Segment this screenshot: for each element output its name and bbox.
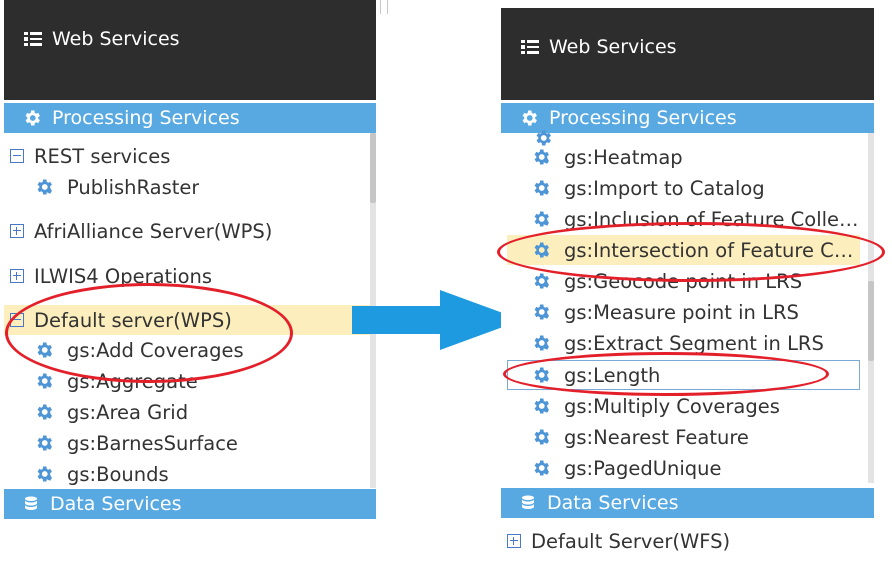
gear-icon xyxy=(522,110,537,126)
tree-item-label: gs:Geocode point in LRS xyxy=(564,269,803,293)
panel-header: Web Services xyxy=(501,8,874,100)
service-item[interactable]: gs:Measure point in LRS xyxy=(501,297,860,327)
gear-icon xyxy=(534,398,549,414)
database-icon xyxy=(25,496,37,510)
scrollbar[interactable] xyxy=(868,133,874,483)
gear-icon xyxy=(534,304,549,320)
gear-icon xyxy=(534,273,549,289)
gear-icon xyxy=(534,460,549,476)
processing-services-header[interactable]: Processing Services xyxy=(4,103,376,133)
service-item[interactable]: gs:Geocode point in LRS xyxy=(501,266,860,296)
database-icon xyxy=(522,495,534,509)
gear-icon xyxy=(37,466,52,482)
processing-services-label: Processing Services xyxy=(549,107,737,129)
header-title: Web Services xyxy=(52,28,180,50)
tree-item-label: gs:Extract Segment in LRS xyxy=(564,331,824,355)
gear-icon xyxy=(534,335,549,351)
expand-icon[interactable] xyxy=(10,269,24,283)
tree-group-default-server-wfs[interactable]: Default Server(WFS) xyxy=(501,526,874,556)
gear-icon xyxy=(534,242,549,258)
tree-item-label: gs:Aggregate xyxy=(67,369,198,393)
processing-services-label: Processing Services xyxy=(52,107,240,129)
arrow-right-icon xyxy=(352,290,522,350)
tree-item-label: gs:Nearest Feature xyxy=(564,425,749,449)
tree-item-label: gs:Heatmap xyxy=(564,145,683,169)
tree-item-label: Default server(WPS) xyxy=(34,308,232,332)
data-services-label: Data Services xyxy=(547,492,679,514)
service-item[interactable]: gs:Intersection of Feature Coll... xyxy=(507,235,860,265)
tree-item-label: Default Server(WFS) xyxy=(531,529,731,553)
data-services-header[interactable]: Data Services xyxy=(4,489,376,519)
service-item[interactable]: gs:PagedUnique xyxy=(501,453,860,483)
tree-group[interactable]: AfriAlliance Server(WPS) xyxy=(4,216,376,246)
data-services-label: Data Services xyxy=(50,493,182,515)
expand-icon[interactable] xyxy=(507,534,521,548)
tree-item-label: gs:Import to Catalog xyxy=(564,176,765,200)
tree-item-label: gs:Inclusion of Feature Collecti... xyxy=(564,207,860,231)
service-item[interactable]: gs:Multiply Coverages xyxy=(501,391,860,421)
expand-icon[interactable] xyxy=(10,224,24,238)
service-item[interactable]: gs:Aggregate xyxy=(4,366,376,396)
gear-icon xyxy=(534,367,549,383)
divider-line xyxy=(387,0,388,14)
gear-icon xyxy=(37,179,52,195)
service-item[interactable]: gs:Import to Catalog xyxy=(501,173,860,203)
right-web-services-panel: Web Services Processing Services gs:Heat… xyxy=(501,8,874,560)
tree-item-label: ILWIS4 Operations xyxy=(34,264,213,288)
tree-item-label: gs:Area Grid xyxy=(67,400,189,424)
header-title-wrap: Web Services xyxy=(24,28,180,50)
tree-item-label: gs:Length xyxy=(564,363,661,387)
service-item[interactable]: gs:Area Grid xyxy=(4,397,376,427)
tree-item-label: PublishRaster xyxy=(67,175,200,199)
collapse-icon[interactable] xyxy=(10,313,24,327)
tree-item-label: gs:Intersection of Feature Coll... xyxy=(564,238,860,262)
divider-line xyxy=(380,0,381,14)
tree-item-label: gs:PagedUnique xyxy=(564,456,722,480)
tree-item-label: gs:Measure point in LRS xyxy=(564,300,799,324)
gear-icon xyxy=(37,342,52,358)
tree-group[interactable]: REST services xyxy=(4,141,376,171)
service-item[interactable]: PublishRaster xyxy=(4,172,376,202)
tree-item-label: gs:Add Coverages xyxy=(67,338,244,362)
service-item[interactable]: gs:Bounds xyxy=(4,459,376,489)
tree-item-label: gs:Bounds xyxy=(67,462,169,486)
gear-icon xyxy=(534,149,549,165)
service-item[interactable]: gs:Extract Segment in LRS xyxy=(501,328,860,358)
header-title-wrap: Web Services xyxy=(521,36,677,58)
gear-icon xyxy=(37,435,52,451)
gear-icon xyxy=(534,429,549,445)
panel-header: Web Services xyxy=(4,0,376,100)
gear-icon xyxy=(25,110,40,126)
service-item[interactable]: gs:Inclusion of Feature Collecti... xyxy=(501,204,860,234)
collapse-icon[interactable] xyxy=(10,149,24,163)
gear-icon xyxy=(534,211,549,227)
gear-icon xyxy=(37,373,52,389)
gear-icon xyxy=(37,404,52,420)
tree-item-label: gs:BarnesSurface xyxy=(67,431,238,455)
service-item[interactable]: gs:Nearest Feature xyxy=(501,422,860,452)
tree-item-label: REST services xyxy=(34,144,171,168)
tree-item-label: gs:Multiply Coverages xyxy=(564,394,780,418)
scrollbar-thumb[interactable] xyxy=(868,281,874,361)
header-title: Web Services xyxy=(549,36,677,58)
left-web-services-panel: Web Services Processing Services REST se… xyxy=(4,0,376,521)
tree-group[interactable]: ILWIS4 Operations xyxy=(4,261,376,291)
service-item[interactable]: gs:Length xyxy=(507,360,860,390)
list-icon xyxy=(24,31,42,46)
processing-services-header[interactable]: Processing Services xyxy=(501,103,874,133)
data-services-header[interactable]: Data Services xyxy=(501,488,874,518)
service-item[interactable]: gs:Heatmap xyxy=(501,142,860,172)
service-item[interactable]: gs:BarnesSurface xyxy=(4,428,376,458)
service-item[interactable]: gs:Add Coverages xyxy=(4,335,376,365)
gear-icon xyxy=(534,180,549,196)
scrollbar-thumb[interactable] xyxy=(370,133,376,203)
tree-group[interactable]: Default server(WPS) xyxy=(4,305,376,335)
list-icon xyxy=(521,39,539,54)
tree-item-label: AfriAlliance Server(WPS) xyxy=(34,219,273,243)
